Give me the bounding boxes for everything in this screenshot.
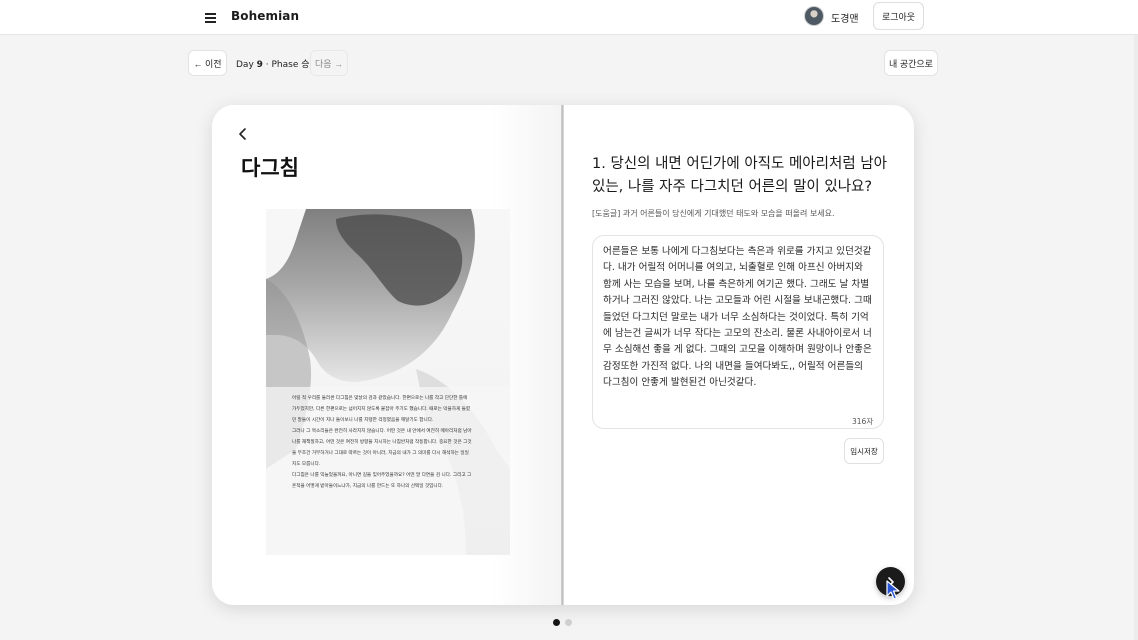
page-dot-2[interactable] [565, 619, 572, 626]
brand-logo[interactable]: Bohemian [231, 9, 299, 23]
illustration-image: 어릴 적 우리를 둘러싼 다그침은 맞날의 검과 같았습니다. 한편으로는 나를… [266, 209, 510, 555]
prev-day-button[interactable]: ← 이전 [188, 50, 227, 76]
next-day-button[interactable]: 다음 → [310, 50, 348, 76]
caption-paragraph: 그러나 그 목소리들은 완전히 사라지지 않습니다. 어떤 것은 내 안에서 여… [292, 429, 472, 467]
top-bar: Bohemian 도경맨 로그아웃 [0, 0, 1138, 35]
my-space-button[interactable]: 내 공간으로 [884, 50, 938, 76]
page-dot-1[interactable] [553, 619, 560, 626]
hamburger-menu-icon[interactable] [203, 9, 219, 25]
book-spine [561, 105, 564, 605]
pagination-dots [553, 619, 572, 627]
caption-paragraph: 어릴 적 우리를 둘러싼 다그침은 맞날의 검과 같았습니다. 한편으로는 나를… [292, 396, 471, 423]
page-title: 다그침 [241, 156, 299, 180]
chevron-left-icon[interactable] [236, 127, 250, 141]
journal-book: 다그침 어릴 적 우리를 둘러싼 다그침은 맞날의 검과 같았습니다. 한편으로… [212, 105, 914, 605]
username: 도경맨 [831, 14, 859, 25]
temp-save-button[interactable]: 임시저장 [844, 438, 884, 464]
phase-label: · Phase 승 [262, 60, 310, 70]
day-prefix: Day [236, 60, 257, 70]
caption-paragraph: 다그침은 나를 익늘었을까요, 아니면 길을 잊어주었을까요? 어떤 말 다면을… [292, 473, 472, 489]
day-phase-label: Day 9 · Phase 승 [236, 57, 310, 70]
char-count: 316자 [852, 417, 874, 426]
portrait-illustration [266, 209, 510, 555]
scrollbar[interactable] [1134, 35, 1138, 640]
question-text: 1. 당신의 내면 어딘가에 아직도 메아리처럼 남아 있는, 나를 자주 다그… [592, 156, 887, 195]
illustration-caption: 어릴 적 우리를 둘러싼 다그침은 맞날의 검과 같았습니다. 한편으로는 나를… [292, 393, 472, 492]
avatar[interactable] [804, 6, 824, 26]
hint-text: [도움글] 과거 어른들이 당신에게 기대했던 태도와 모습을 떠올려 보세요. [592, 209, 835, 218]
logout-button[interactable]: 로그아웃 [873, 2, 924, 30]
answer-textarea[interactable]: 어른들은 보통 나에게 다그침보다는 측은과 위로를 가지고 있던것같다. 내가… [592, 235, 884, 429]
mouse-cursor-icon [886, 580, 900, 600]
